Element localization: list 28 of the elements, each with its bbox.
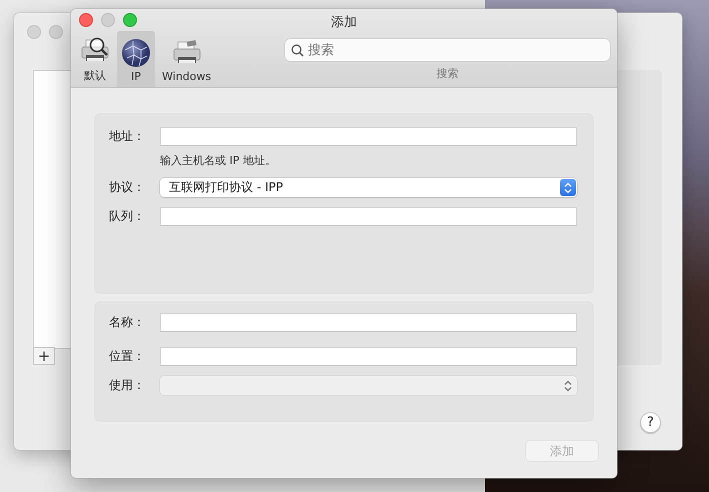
toolbar-tab[interactable]: 默认 [76, 31, 114, 87]
input-field[interactable] [160, 313, 577, 332]
input-field[interactable] [160, 207, 577, 226]
minimize-button[interactable] [101, 13, 115, 27]
field-label: 名称： [108, 314, 145, 331]
close-button[interactable] [27, 25, 41, 39]
window-title: 添加 [331, 15, 357, 30]
field-label: 使用： [108, 377, 145, 394]
field-label: 位置： [108, 348, 145, 365]
popup-menu[interactable]: 互联网打印协议 - IPP [160, 178, 577, 197]
add-printer-button[interactable]: + [33, 347, 55, 365]
help-button[interactable]: ? [640, 412, 661, 433]
search-label: 搜索 [436, 66, 458, 81]
close-button[interactable] [79, 13, 93, 27]
stepper-icon [564, 182, 572, 194]
input-field[interactable] [160, 127, 577, 146]
search-field[interactable]: 搜索 [285, 39, 610, 61]
minimize-button[interactable] [49, 25, 63, 39]
field-label: 地址： [108, 128, 145, 145]
field-label: 协议： [108, 179, 145, 196]
zoom-button[interactable] [123, 13, 137, 27]
toolbar-tab[interactable]: Windows [158, 31, 216, 87]
hint-text: 输入主机名或 IP 地址。 [160, 153, 277, 168]
toolbar-tab[interactable]: IP [117, 31, 155, 87]
stepper-icon [564, 380, 572, 392]
globe-icon [121, 38, 151, 68]
input-field[interactable] [160, 347, 577, 366]
field-label: 队列： [108, 208, 145, 225]
